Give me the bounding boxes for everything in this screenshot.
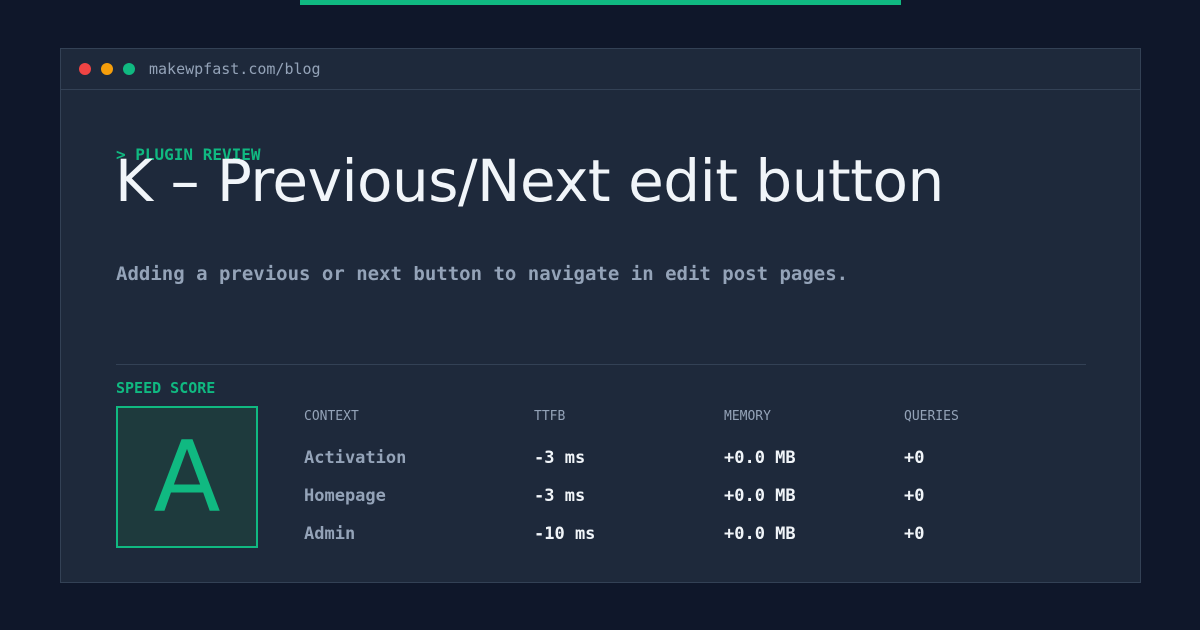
column-header-ttfb: TTFB <box>534 409 566 424</box>
close-dot-icon[interactable] <box>79 63 91 75</box>
page-subtitle: Adding a previous or next button to navi… <box>116 263 849 285</box>
ttfb-cell: -3 ms <box>534 486 586 506</box>
context-cell: Admin <box>304 524 356 544</box>
memory-cell: +0.0 MB <box>724 524 796 544</box>
url-text: makewpfast.com/blog <box>149 60 321 78</box>
column-header-queries: QUERIES <box>904 409 959 424</box>
table-row: Admin -10 ms +0.0 MB +0 <box>304 515 1084 553</box>
queries-cell: +0 <box>904 524 925 544</box>
column-header-context: CONTEXT <box>304 409 359 424</box>
top-accent-bar <box>300 0 901 5</box>
table-header-row: CONTEXT TTFB MEMORY QUERIES <box>304 407 1084 439</box>
table-row: Homepage -3 ms +0.0 MB +0 <box>304 477 1084 515</box>
memory-cell: +0.0 MB <box>724 486 796 506</box>
grade-badge: A <box>116 406 258 548</box>
queries-cell: +0 <box>904 486 925 506</box>
queries-cell: +0 <box>904 448 925 468</box>
divider <box>116 364 1086 365</box>
memory-cell: +0.0 MB <box>724 448 796 468</box>
window-titlebar: makewpfast.com/blog <box>61 49 1140 90</box>
browser-window: makewpfast.com/blog > PLUGIN REVIEW K – … <box>60 48 1141 583</box>
grade-letter: A <box>153 421 221 535</box>
minimize-dot-icon[interactable] <box>101 63 113 75</box>
ttfb-cell: -3 ms <box>534 448 586 468</box>
context-cell: Homepage <box>304 486 386 506</box>
speed-score-label: SPEED SCORE <box>116 379 216 397</box>
table-row: Activation -3 ms +0.0 MB +0 <box>304 439 1084 477</box>
ttfb-cell: -10 ms <box>534 524 596 544</box>
maximize-dot-icon[interactable] <box>123 63 135 75</box>
metrics-table: CONTEXT TTFB MEMORY QUERIES Activation -… <box>304 407 1084 553</box>
context-cell: Activation <box>304 448 407 468</box>
page-title: K – Previous/Next edit button <box>115 147 944 215</box>
column-header-memory: MEMORY <box>724 409 771 424</box>
